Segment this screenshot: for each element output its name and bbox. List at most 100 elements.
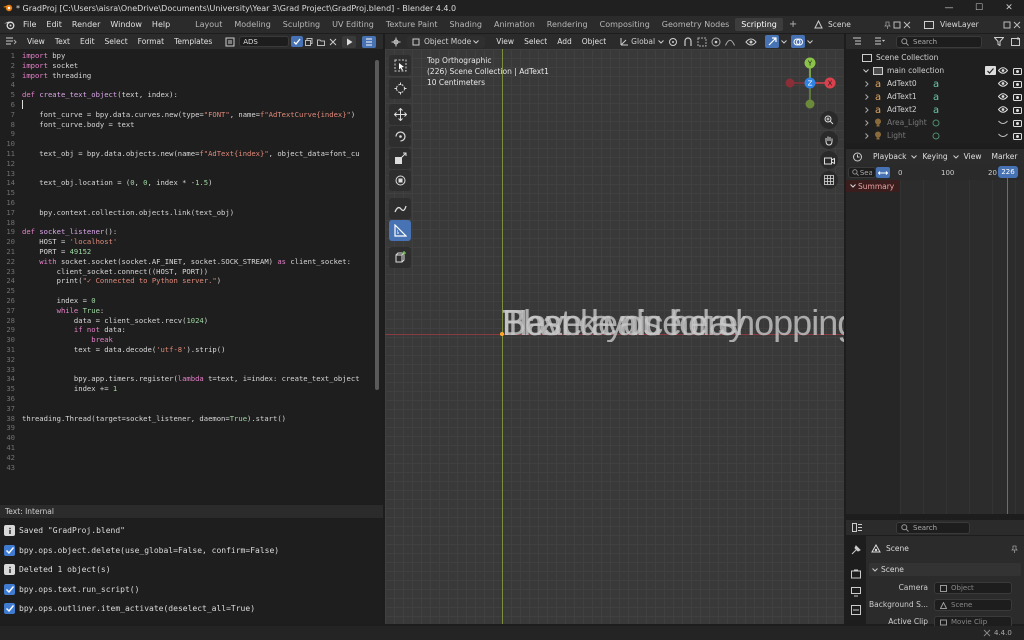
tab-compositing[interactable]: Compositing — [594, 18, 656, 31]
tab-modeling[interactable]: Modeling — [228, 18, 276, 31]
transform-tool[interactable] — [389, 170, 411, 191]
viewport-menu-object[interactable]: Object — [577, 37, 611, 46]
open-text-icon[interactable] — [315, 38, 327, 46]
snap-icon[interactable] — [681, 36, 695, 47]
display-mode-icon[interactable] — [868, 37, 890, 46]
delete-scene-icon[interactable] — [902, 21, 912, 29]
chevron-down-icon[interactable] — [805, 39, 815, 44]
code-line[interactable]: 20 HOST = 'localhost' — [0, 237, 378, 247]
new-view-layer-icon[interactable] — [1002, 21, 1012, 29]
annotate-tool[interactable] — [389, 198, 411, 219]
proportional-edit-icon[interactable] — [709, 37, 723, 47]
code-line[interactable]: 27 while True: — [0, 306, 378, 316]
camera-render-icon[interactable] — [1010, 80, 1024, 88]
code-line[interactable]: 12 — [0, 159, 378, 169]
font-data-icon[interactable]: a — [930, 105, 942, 114]
code-line[interactable]: 22 with socket.socket(socket.AF_INET, so… — [0, 257, 378, 267]
outliner-editor-type-icon[interactable] — [846, 37, 868, 46]
chevron-right-icon[interactable] — [862, 93, 872, 100]
code-line[interactable]: 43 — [0, 463, 378, 473]
select-box-tool[interactable] — [389, 55, 411, 76]
code-line[interactable]: 39 — [0, 423, 378, 433]
code-line[interactable]: 2 import socket — [0, 61, 378, 71]
chevron-right-icon[interactable] — [862, 106, 872, 113]
move-tool[interactable] — [389, 104, 411, 125]
code-line[interactable]: 26 index = 0 — [0, 296, 378, 306]
outliner-main-collection[interactable]: main collection — [846, 64, 1024, 77]
viewport-menu-view[interactable]: View — [491, 37, 519, 46]
current-frame-indicator[interactable]: 226 — [998, 166, 1018, 178]
timeline-menu-playback[interactable]: Playback — [868, 152, 911, 161]
snap-target-icon[interactable] — [695, 37, 709, 47]
text-menu-select[interactable]: Select — [100, 37, 133, 46]
font-data-icon[interactable]: a — [930, 79, 942, 88]
camera-view-icon[interactable] — [820, 151, 838, 169]
code-line[interactable]: 29 if not data: — [0, 325, 378, 335]
code-line[interactable]: 11 text_obj = bpy.data.objects.new(name=… — [0, 149, 378, 159]
code-line[interactable]: 19 def socket_listener(): — [0, 227, 378, 237]
timeline-menu-view[interactable]: View — [959, 152, 987, 161]
code-line[interactable]: 30 break — [0, 335, 378, 345]
code-line[interactable]: 24 print("✓ Connected to Python server."… — [0, 276, 378, 286]
tool-settings-tab-icon[interactable] — [850, 544, 862, 556]
transform-orientation[interactable]: Global — [631, 37, 657, 46]
viewport-editor-type-icon[interactable] — [385, 37, 407, 47]
code-line[interactable]: 5 def create_text_object(text, index): — [0, 90, 378, 100]
font-data-icon[interactable]: a — [930, 92, 942, 101]
tab-texture-paint[interactable]: Texture Paint — [380, 18, 444, 31]
code-line[interactable]: 41 — [0, 443, 378, 453]
menu-edit[interactable]: Edit — [41, 20, 67, 29]
outliner-search-field[interactable]: Search — [896, 35, 982, 48]
output-tab-icon[interactable] — [850, 586, 862, 598]
zoom-icon[interactable] — [820, 111, 838, 129]
run-script-icon[interactable] — [342, 35, 357, 48]
timeline-ruler[interactable]: Search 0 100 20 226 — [846, 166, 1024, 179]
text-editor[interactable]: 1 import bpy 2 import socket 3 import threadi… — [0, 49, 383, 504]
code-line[interactable]: 13 — [0, 169, 378, 179]
text-menu-view[interactable]: View — [22, 37, 50, 46]
code-line[interactable]: 23 client_socket.connect((HOST, PORT)) — [0, 267, 378, 277]
render-tab-icon[interactable] — [850, 568, 862, 580]
scene-selector[interactable]: Scene — [812, 18, 912, 31]
visibility-icon[interactable] — [743, 38, 759, 46]
light-data-icon[interactable] — [930, 132, 942, 140]
code-line[interactable]: 17 bpy.context.collection.objects.link(t… — [0, 208, 378, 218]
perspective-grid-icon[interactable] — [820, 171, 838, 189]
code-line[interactable]: 40 — [0, 433, 378, 443]
code-line[interactable]: 4 — [0, 80, 378, 90]
tab-rendering[interactable]: Rendering — [541, 18, 594, 31]
minimize-button[interactable]: — — [934, 0, 964, 16]
code-line[interactable]: 3 import threading — [0, 71, 378, 81]
code-line[interactable]: 42 — [0, 453, 378, 463]
code-line[interactable]: 31 text = data.decode('utf-8').strip() — [0, 345, 378, 355]
properties-search-field[interactable]: Search — [896, 521, 970, 534]
outliner-item[interactable]: Light — [846, 129, 1024, 142]
maximize-button[interactable]: ☐ — [964, 0, 994, 16]
code-line[interactable]: 1 import bpy — [0, 51, 378, 61]
text-editor-scrollbar[interactable] — [375, 60, 379, 390]
camera-render-icon[interactable] — [1010, 119, 1024, 127]
timeline-menu-keying[interactable]: Keying — [917, 152, 952, 161]
timeline-menu-marker[interactable]: Marker — [986, 152, 1022, 161]
code-line[interactable]: 33 — [0, 365, 378, 375]
code-line[interactable]: 18 — [0, 218, 378, 228]
outliner-item[interactable]: a AdText0 a — [846, 77, 1024, 90]
blender-menu-icon[interactable] — [0, 16, 18, 33]
log-entry[interactable]: bpy.ops.text.run_script() — [4, 581, 374, 598]
menu-window[interactable]: Window — [105, 20, 147, 29]
code-line[interactable]: 8 font_curve.body = text — [0, 120, 378, 130]
timeline-search-field[interactable]: Search — [848, 167, 876, 178]
code-line[interactable]: 16 — [0, 198, 378, 208]
eye-icon[interactable] — [996, 93, 1010, 100]
menu-help[interactable]: Help — [147, 20, 175, 29]
sync-icon[interactable] — [876, 167, 890, 178]
tab-layout[interactable]: Layout — [189, 18, 228, 31]
new-collection-icon[interactable] — [1008, 37, 1024, 46]
cursor-tool[interactable] — [389, 78, 411, 99]
code-line[interactable]: 7 font_curve = bpy.data.curves.new(type=… — [0, 110, 378, 120]
scale-tool[interactable] — [389, 148, 411, 169]
code-line[interactable]: 9 — [0, 129, 378, 139]
line-numbers-icon[interactable] — [362, 35, 377, 48]
outliner-item[interactable]: a AdText2 a — [846, 103, 1024, 116]
pan-hand-icon[interactable] — [820, 131, 838, 149]
